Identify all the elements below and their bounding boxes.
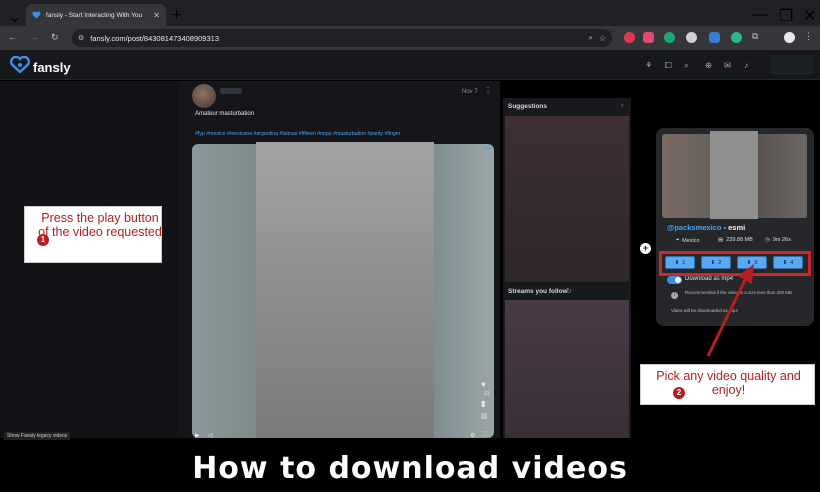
video-menu-icon[interactable]: ••• (484, 146, 491, 153)
headline: How to download videos (192, 451, 628, 486)
minimize-icon[interactable]: — (752, 6, 768, 24)
maximize-icon[interactable]: ❐ (779, 6, 793, 26)
profile-avatar-icon[interactable] (784, 32, 795, 43)
duration-text: 9m 26s (772, 237, 791, 243)
extension-6-icon[interactable] (731, 32, 742, 43)
stream-card[interactable] (505, 300, 629, 438)
fansly-favicon-icon (32, 6, 41, 24)
window-close-icon[interactable]: ✕ (803, 6, 816, 26)
address-bar[interactable]: ⚙ fansly.com/post/843081473408909313 ⌕ ☆ (72, 29, 612, 47)
chevron-right-icon[interactable]: › (621, 102, 623, 109)
file-icon: ▤ (718, 237, 724, 243)
info-icon: i (671, 292, 678, 299)
creator-handle-suffix: - esmi (721, 223, 746, 232)
like-heart-icon[interactable]: ♥ (481, 380, 486, 389)
post-date: Nov 7 (462, 89, 478, 95)
back-icon[interactable]: ← (8, 32, 17, 42)
video-content[interactable] (256, 142, 434, 438)
messages-icon[interactable]: ⧠ (665, 60, 672, 71)
site-logo[interactable]: fansly (9, 55, 71, 78)
browser-tab[interactable]: fansly - Start Interacting With You ✕ (26, 4, 166, 26)
post-tags[interactable]: #fyp #mexico #mexicana #argentina #latin… (195, 131, 400, 137)
bookmark-icon[interactable]: ▮ (481, 399, 485, 408)
settings-icon[interactable]: ⚙ (470, 432, 475, 439)
url-text: fansly.com/post/843081473408909313 (90, 33, 219, 43)
globe-icon[interactable]: ⊕ (705, 60, 712, 71)
tab-title: fansly - Start Interacting With You (46, 11, 143, 19)
duration-meta: ◷ 9m 26s (765, 237, 791, 243)
thumbnail-blur (710, 131, 758, 219)
site-header (0, 50, 820, 80)
suggestion-card[interactable] (505, 116, 629, 282)
bookmark-star-icon[interactable]: ☆ (599, 34, 606, 43)
network-icon[interactable]: ⚘ (645, 60, 653, 71)
refresh-icon[interactable]: ↻ (566, 287, 572, 295)
forward-icon[interactable]: → (30, 32, 39, 42)
search-icon[interactable]: ⌕ (684, 60, 689, 71)
mail-icon[interactable]: ✉ (724, 60, 731, 71)
extension-3-icon[interactable] (664, 32, 675, 43)
location-pin-icon: ⌖ (676, 237, 680, 243)
reload-icon[interactable]: ↻ (51, 32, 59, 43)
step2-text: Pick any video quality and enjoy! (656, 369, 801, 397)
extension-2-icon[interactable] (643, 32, 654, 43)
like-count: 21 (484, 391, 490, 397)
browser-menu-icon[interactable]: ⋮ (804, 31, 813, 42)
extension-5-icon[interactable] (709, 32, 720, 43)
creator-handle-text[interactable]: @packsmexico (667, 223, 721, 232)
extension-1-icon[interactable] (624, 32, 635, 43)
creator-handle: @packsmexico - esmi (667, 223, 745, 232)
step2-number: 2 (673, 387, 685, 399)
new-tab-icon[interactable]: + (172, 7, 181, 25)
step1-text: Press the play button of the video reque… (38, 211, 162, 239)
site-info-icon[interactable]: ⚙ (78, 34, 84, 42)
tab-search-icon[interactable]: ⌄ (8, 7, 21, 27)
volume-icon[interactable]: ◁ (208, 432, 213, 439)
country-text: Mexico (682, 237, 700, 244)
tab-close-icon[interactable]: ✕ (153, 11, 160, 20)
zoom-search-icon[interactable]: ⌕ (589, 33, 593, 43)
clock-icon: ◷ (765, 237, 770, 243)
step1-callout: 1 Press the play button of the video req… (24, 206, 162, 263)
logo-text: fansly (33, 59, 71, 75)
add-icon[interactable]: + (640, 243, 651, 254)
extensions-puzzle-icon[interactable]: ⧉ (752, 31, 758, 42)
fullscreen-icon[interactable]: ⛶ (483, 432, 487, 439)
play-icon[interactable]: ▶ (195, 432, 200, 439)
country-meta: ⌖ Mexico (676, 237, 700, 244)
post-author-name[interactable] (220, 88, 242, 94)
size-text: 239.88 MB (726, 237, 753, 243)
fansly-logo-icon (9, 55, 31, 78)
bell-icon[interactable]: ♪ (744, 60, 748, 70)
suggestions-title: Suggestions (508, 103, 548, 110)
extension-4-icon[interactable] (686, 32, 697, 43)
step2-callout: Pick any video quality and enjoy! 2 (640, 364, 815, 405)
post-menu-icon[interactable]: ⋮ (484, 86, 492, 95)
tip-icon[interactable]: ▥ (481, 412, 488, 420)
arrow-annotation (706, 264, 754, 357)
user-menu[interactable] (770, 55, 814, 75)
post-caption: Amateur masturbation (195, 111, 255, 117)
avatar[interactable] (192, 84, 216, 108)
legacy-videos-button[interactable]: Show Fansly legacy videos (4, 432, 71, 440)
streams-title: Streams you follow (508, 288, 568, 295)
size-meta: ▤ 239.88 MB (718, 237, 753, 243)
mp4-toggle[interactable] (667, 276, 682, 284)
